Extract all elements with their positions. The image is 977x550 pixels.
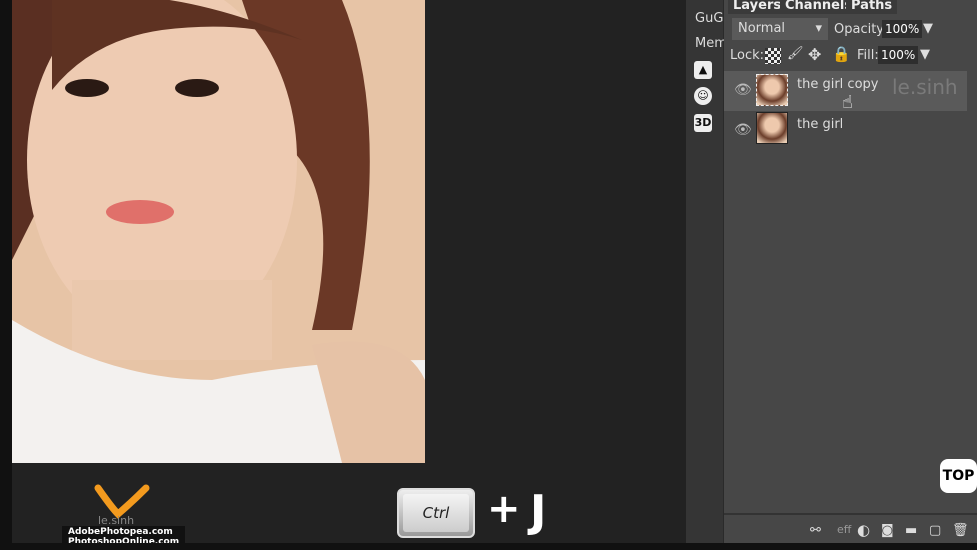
tool-mem[interactable]: Mem [695,36,727,51]
fill-dropdown-icon[interactable]: ▼ [920,47,930,62]
tool-gug[interactable]: GuG [695,11,723,26]
lock-transparency-icon[interactable] [765,48,781,64]
lock-all-icon[interactable]: 🔒 [832,45,851,63]
tab-paths[interactable]: Paths [846,0,898,14]
lock-move-icon[interactable]: ✥ [808,45,821,64]
plus-sign: + [487,486,521,532]
image-icon[interactable]: ▲ [694,61,712,79]
hand-cursor-icon: ☝ [842,92,853,113]
scroll-top-button[interactable]: TOP [940,459,977,493]
blend-mode-select[interactable]: Normal ▾ [732,18,828,40]
chevron-down-icon: ▾ [815,21,822,36]
new-layer-icon[interactable]: ▢ [929,523,941,538]
visibility-eye-icon[interactable]: 👁 [734,122,752,138]
opacity-dropdown-icon[interactable]: ▼ [923,21,933,36]
lock-brush-icon[interactable]: 🖌 [787,46,804,61]
folder-icon[interactable]: ▬ [905,523,917,538]
trash-icon[interactable]: 🗑 [952,523,969,538]
fill-input[interactable]: 100% [878,46,919,64]
tab-layers[interactable]: Layers [728,0,787,14]
layer-thumbnail [756,74,788,106]
opacity-label: Opacity: [834,22,888,37]
portrait-illustration [12,0,425,463]
bottom-bar [0,543,977,550]
layer-thumbnail [756,112,788,144]
layer-name: the girl [797,117,844,132]
layer-row-the-girl[interactable]: 👁 the girl [724,111,967,151]
side-toolbar: GuG Mem ▲ ☺ 3D [686,0,727,543]
svg-text:le.sinh: le.sinh [98,514,134,526]
canvas-image[interactable] [12,0,425,463]
emoji-icon[interactable]: ☺ [694,87,712,105]
layers-panel: Layers Channels Paths Normal ▾ Opacity: 1… [724,0,977,543]
mask-icon[interactable]: ◙ [881,523,894,538]
ctrl-key-label: Ctrl [403,494,469,532]
j-key: J [530,486,547,537]
opacity-input[interactable]: 100% [882,20,923,38]
site-1: AdobePhotopea.com [68,527,173,537]
layers-footer: ⚯ eff ◐ ◙ ▬ ▢ 🗑 [724,513,977,543]
link-icon[interactable]: ⚯ [810,523,821,538]
fill-label: Fill: [857,48,879,63]
adjustment-icon[interactable]: ◐ [857,521,870,539]
3d-icon[interactable]: 3D [694,114,712,132]
visibility-eye-icon[interactable]: 👁 [734,82,752,98]
blend-mode-value: Normal [738,21,786,36]
effects-icon[interactable]: eff [837,523,851,536]
ctrl-key: Ctrl [397,488,475,538]
layer-name: the girl copy [797,77,879,92]
lock-label: Lock: [730,48,765,63]
left-edge [0,0,12,550]
canvas-background [425,0,686,543]
